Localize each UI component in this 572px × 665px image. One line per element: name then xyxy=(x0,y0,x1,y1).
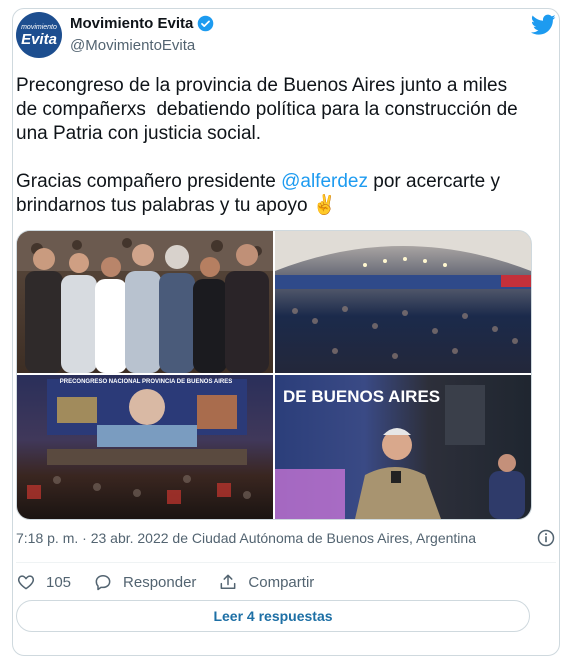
author-handle[interactable]: @MovimientoEvita xyxy=(70,37,195,54)
verified-badge-icon xyxy=(198,15,214,32)
photo-crowd-stadium-image xyxy=(275,231,531,359)
action-bar: 105 Responder Compartir xyxy=(16,570,336,594)
author-name-text: Movimiento Evita xyxy=(70,15,194,32)
avatar-logo-text: Evita xyxy=(21,30,57,48)
share-label: Compartir xyxy=(248,573,315,591)
read-replies-label: Leer 4 respuestas xyxy=(213,608,333,624)
reply-label: Responder xyxy=(123,573,197,591)
reply-icon xyxy=(95,575,111,591)
tweet-timestamp[interactable]: 7:18 p. m. · 23 abr. 2022 de Ciudad Autó… xyxy=(16,530,476,546)
photo-auditorium-image xyxy=(27,379,251,504)
share-icon xyxy=(221,574,236,589)
photo-group-stage[interactable] xyxy=(17,231,273,373)
like-button[interactable]: 105 xyxy=(16,572,71,592)
divider xyxy=(16,562,556,563)
tweet-paragraph-2-start: Gracias compañero presidente xyxy=(16,171,282,192)
photo-speaker[interactable]: DE BUENOS AIRES xyxy=(275,375,531,519)
read-replies-button[interactable]: Leer 4 respuestas xyxy=(16,600,530,632)
photo-crowd-stadium[interactable] xyxy=(275,231,531,373)
photo-auditorium-banner-text: PRECONGRESO NACIONAL PROVINCIA DE BUENOS… xyxy=(59,379,233,385)
mention-link[interactable]: @alferdez xyxy=(281,171,368,192)
tweet-text: Precongreso de la provincia de Buenos Ai… xyxy=(16,74,532,218)
photo-auditorium[interactable]: PRECONGRESO NACIONAL PROVINCIA DE BUENOS… xyxy=(17,375,273,519)
photo-speaker-banner-text: DE BUENOS AIRES xyxy=(283,387,441,406)
author-name[interactable]: Movimiento Evita xyxy=(70,15,214,32)
heart-icon xyxy=(17,575,35,590)
like-count: 105 xyxy=(46,573,72,591)
info-icon[interactable] xyxy=(536,528,556,548)
avatar[interactable]: movimiento Evita xyxy=(16,12,62,58)
share-button[interactable]: Compartir xyxy=(218,572,314,592)
tweet-paragraph-1: Precongreso de la provincia de Buenos Ai… xyxy=(16,75,523,144)
reply-button[interactable]: Responder xyxy=(93,572,196,592)
photo-grid: PRECONGRESO NACIONAL PROVINCIA DE BUENOS… xyxy=(16,230,532,520)
twitter-bird-icon[interactable] xyxy=(531,14,556,36)
photo-group-stage-image xyxy=(17,231,273,373)
